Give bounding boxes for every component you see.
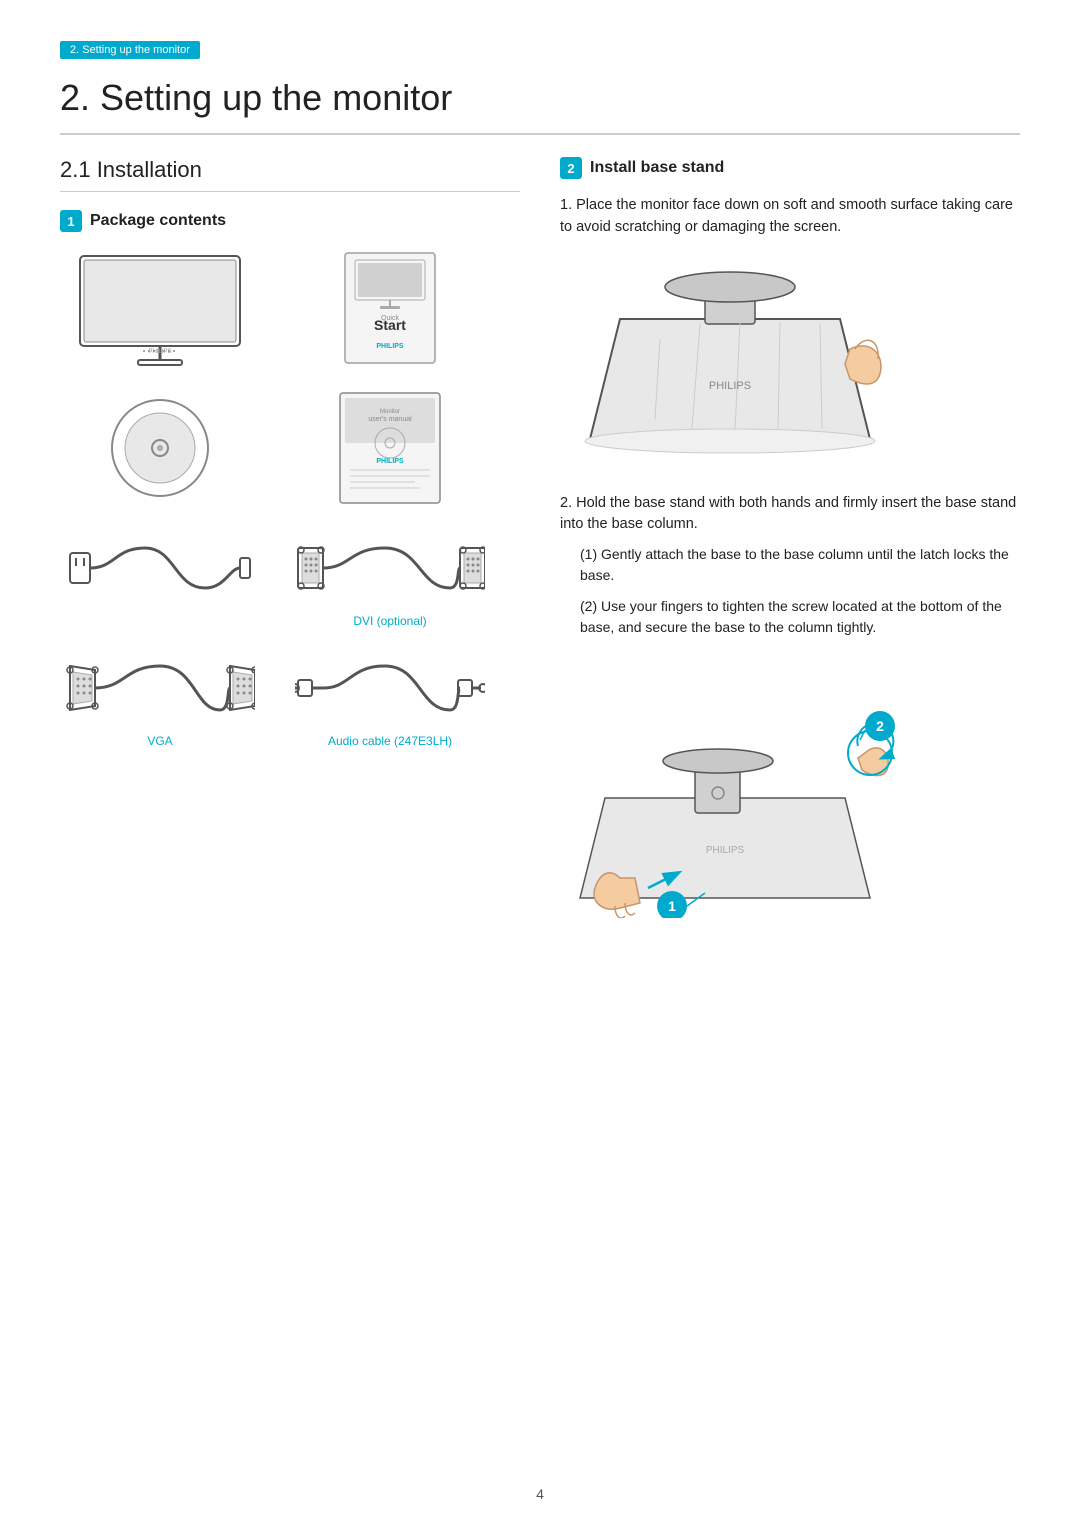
- page: 2. Setting up the monitor 2. Setting up …: [0, 0, 1080, 1532]
- sub-instruction-2: (2) Use your fingers to tighten the scre…: [580, 596, 1020, 638]
- instruction-1-text: Place the monitor face down on soft and …: [560, 197, 1013, 235]
- disc-icon: Monitor user's manual PHILIPS: [325, 388, 455, 508]
- svg-text:Start: Start: [374, 317, 406, 333]
- quickstart-icon: Quick Start PHILIPS: [325, 248, 455, 368]
- svg-text:Monitor: Monitor: [380, 409, 400, 415]
- base-stand-svg: 1 2 PHILIPS: [560, 658, 920, 918]
- svg-text:PHILIPS: PHILIPS: [376, 343, 404, 350]
- svg-text:PHILIPS: PHILIPS: [709, 380, 751, 392]
- item-vga-cable: VGA: [60, 648, 260, 748]
- item-disc: Monitor user's manual PHILIPS: [290, 388, 490, 508]
- svg-text:2: 2: [876, 718, 884, 734]
- instruction-2-text: Hold the base stand with both hands and …: [560, 495, 1016, 533]
- svg-text:PHILIPS: PHILIPS: [376, 458, 404, 465]
- item-quickstart: Quick Start PHILIPS: [290, 248, 490, 368]
- svg-text:1: 1: [668, 898, 676, 914]
- install-section-header: 2 Install base stand: [560, 157, 1020, 179]
- monitor-icon: PHILIPS: [70, 248, 250, 368]
- svg-text:PHILIPS: PHILIPS: [706, 845, 745, 856]
- dvi-cable-icon: [295, 528, 485, 608]
- instruction-2: 2. Hold the base stand with both hands a…: [560, 493, 1020, 639]
- audio-caption: Audio cable (247E3LH): [328, 734, 452, 748]
- package-label: Package contents: [90, 212, 226, 230]
- left-column: 2.1 Installation 1 Package contents: [60, 157, 520, 922]
- package-badge: 1: [60, 210, 82, 232]
- right-column: 2 Install base stand 1. Place the monito…: [560, 157, 1020, 922]
- item-monitor: PHILIPS: [60, 248, 260, 368]
- item-dvi-cable: DVI (optional): [290, 528, 490, 628]
- main-title: 2. Setting up the monitor: [60, 77, 1020, 135]
- svg-text:user's manual: user's manual: [368, 416, 412, 423]
- audio-cable-icon: [295, 648, 485, 728]
- sub-instruction-list: (1) Gently attach the base to the base c…: [560, 544, 1020, 638]
- power-cable-icon: [65, 528, 255, 608]
- base-stand-image: 1 2 PHILIPS: [560, 658, 1020, 922]
- package-section-header: 1 Package contents: [60, 210, 520, 232]
- item-audio-cable: Audio cable (247E3LH): [290, 648, 490, 748]
- dvi-caption: DVI (optional): [353, 614, 426, 628]
- instruction-list-2: 2. Hold the base stand with both hands a…: [560, 493, 1020, 639]
- item-cd: [60, 388, 260, 508]
- instruction-2-num: 2.: [560, 495, 572, 511]
- vga-caption: VGA: [147, 734, 172, 748]
- instruction-list: 1. Place the monitor face down on soft a…: [560, 195, 1020, 239]
- sub-instruction-1: (1) Gently attach the base to the base c…: [580, 544, 1020, 586]
- package-grid: PHILIPS: [60, 248, 520, 748]
- instruction-1: 1. Place the monitor face down on soft a…: [560, 195, 1020, 239]
- vga-cable-icon: [65, 648, 255, 728]
- install-label: Install base stand: [590, 159, 724, 177]
- monitor-face-down-image: PHILIPS: [560, 259, 1020, 463]
- section-title: 2.1 Installation: [60, 157, 520, 192]
- svg-text:PHILIPS: PHILIPS: [148, 349, 171, 355]
- page-number: 4: [536, 1486, 544, 1502]
- cd-icon: [100, 388, 220, 508]
- item-power-cable: [60, 528, 260, 628]
- install-badge: 2: [560, 157, 582, 179]
- breadcrumb: 2. Setting up the monitor: [60, 41, 200, 59]
- face-down-svg: PHILIPS: [560, 259, 900, 459]
- instruction-1-num: 1.: [560, 197, 572, 213]
